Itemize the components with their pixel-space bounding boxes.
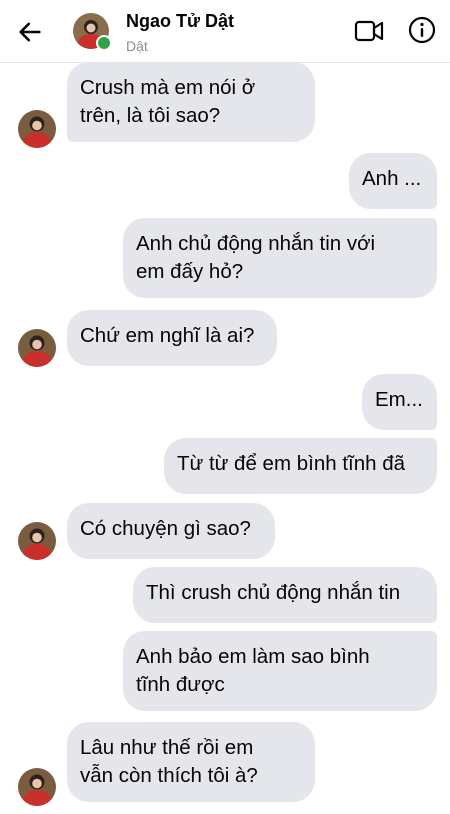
- message-text: tĩnh được: [136, 673, 225, 696]
- info-icon[interactable]: [408, 16, 436, 44]
- message-text: trên, là tôi sao?: [80, 104, 221, 127]
- contact-avatar-small[interactable]: [18, 768, 56, 806]
- online-status-dot: [96, 35, 112, 51]
- message-text: Anh bảo em làm sao bình: [136, 645, 370, 668]
- message-text: Crush mà em nói ở: [80, 76, 256, 99]
- message-text: em đấy hỏ?: [136, 260, 244, 283]
- message-text: vẫn còn thích tôi à?: [80, 764, 258, 787]
- contact-avatar-small[interactable]: [18, 329, 56, 367]
- message-text: Anh chủ động nhắn tin với: [136, 232, 376, 255]
- message-text: Lâu như thế rồi em: [80, 736, 254, 759]
- message-text: Thì crush chủ động nhắn tin: [146, 581, 401, 604]
- message-text: Có chuyện gì sao?: [80, 517, 251, 540]
- message-text: Chứ em nghĩ là ai?: [80, 324, 255, 347]
- message-bubble-incoming[interactable]: Chứ em nghĩ là ai?: [67, 310, 277, 366]
- message-bubble-outgoing[interactable]: Em...: [362, 374, 437, 430]
- message-bubble-incoming[interactable]: Lâu như thế rồi em vẫn còn thích tôi à?: [67, 722, 315, 802]
- contact-subtitle: Dật: [126, 38, 148, 54]
- message-text: Anh ...: [362, 167, 422, 190]
- message-bubble-outgoing[interactable]: Anh bảo em làm sao bình tĩnh được: [123, 631, 437, 711]
- message-text: Em...: [375, 388, 423, 411]
- contact-avatar-small[interactable]: [18, 522, 56, 560]
- back-arrow-icon[interactable]: [16, 18, 44, 46]
- video-call-icon[interactable]: [354, 18, 384, 44]
- conversation-header: Ngao Tử Dật Dật: [0, 0, 450, 63]
- message-bubble-outgoing[interactable]: Anh chủ động nhắn tin với em đấy hỏ?: [123, 218, 437, 298]
- contact-name[interactable]: Ngao Tử Dật: [126, 11, 234, 32]
- message-bubble-incoming[interactable]: Có chuyện gì sao?: [67, 503, 275, 559]
- message-text: Từ từ để em bình tĩnh đã: [177, 452, 406, 475]
- contact-avatar-small[interactable]: [18, 110, 56, 148]
- message-bubble-outgoing[interactable]: Thì crush chủ động nhắn tin: [133, 567, 437, 623]
- message-bubble-incoming[interactable]: Crush mà em nói ở trên, là tôi sao?: [67, 62, 315, 142]
- message-bubble-outgoing[interactable]: Anh ...: [349, 153, 437, 209]
- message-bubble-outgoing[interactable]: Từ từ để em bình tĩnh đã: [164, 438, 437, 494]
